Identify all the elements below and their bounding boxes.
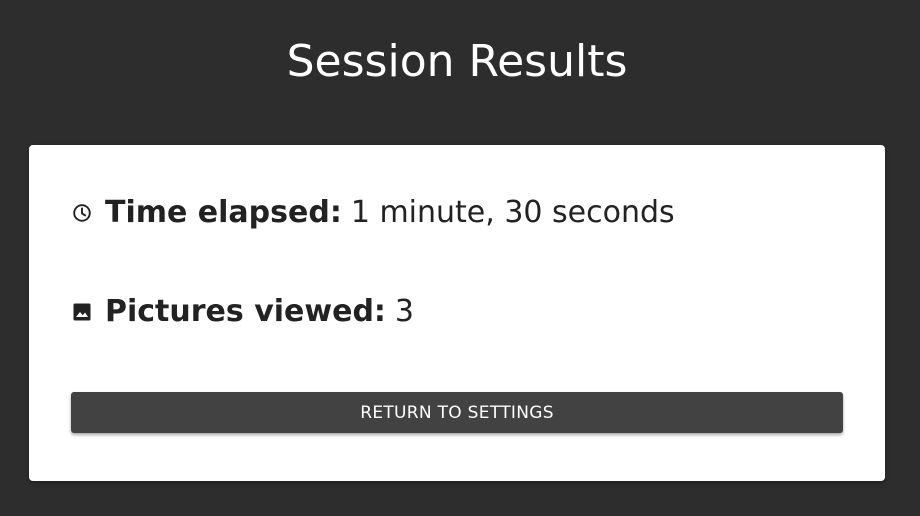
page-title: Session Results bbox=[286, 36, 628, 87]
results-card: Time elapsed: 1 minute, 30 seconds Pictu… bbox=[29, 145, 885, 481]
pictures-viewed-row: Pictures viewed: 3 bbox=[71, 294, 414, 329]
image-icon bbox=[71, 301, 93, 323]
time-elapsed-value: 1 minute, 30 seconds bbox=[350, 195, 675, 230]
pictures-viewed-label: Pictures viewed: bbox=[105, 294, 386, 329]
clock-icon bbox=[71, 202, 93, 224]
pictures-viewed-value: 3 bbox=[394, 294, 415, 329]
time-elapsed-label: Time elapsed: bbox=[105, 195, 342, 230]
return-to-settings-button[interactable]: RETURN TO SETTINGS bbox=[71, 392, 843, 433]
time-elapsed-row: Time elapsed: 1 minute, 30 seconds bbox=[71, 195, 675, 230]
